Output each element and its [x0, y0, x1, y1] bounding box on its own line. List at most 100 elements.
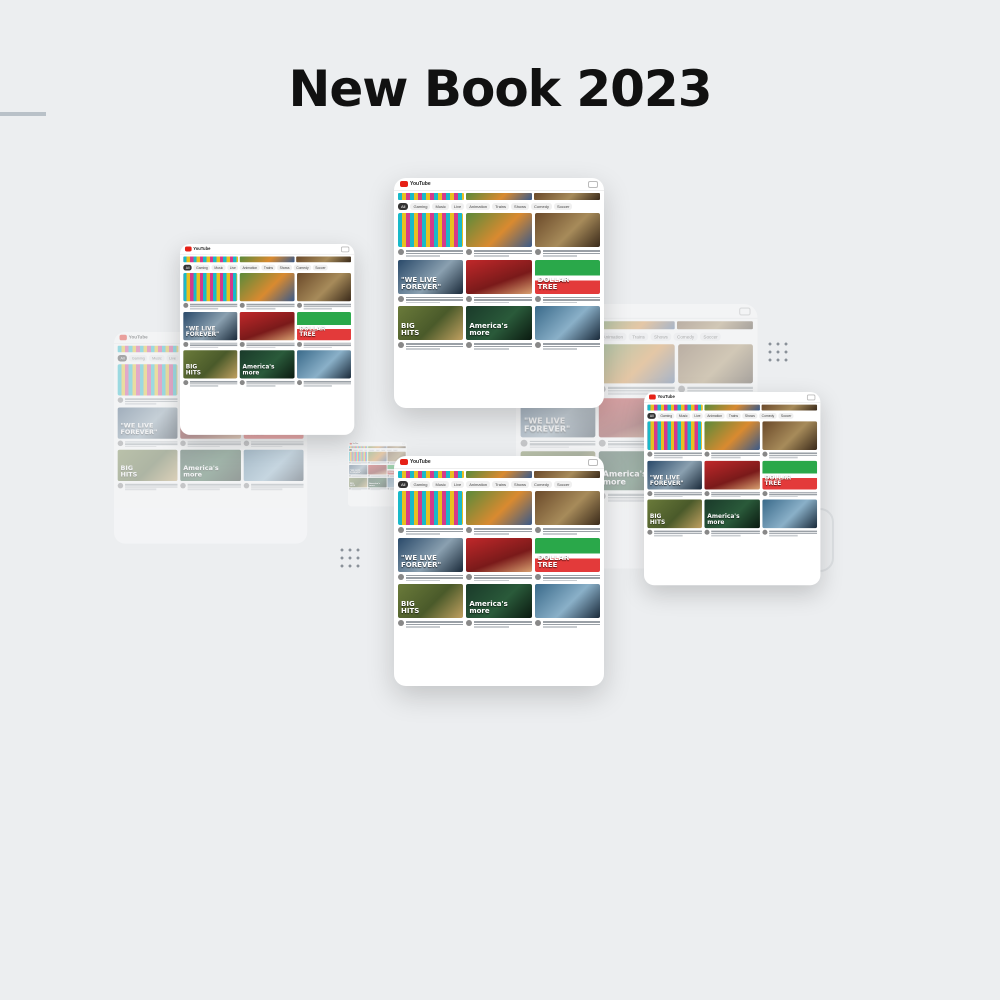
video-thumbnail[interactable] — [466, 491, 532, 525]
filter-chip[interactable]: Shows — [742, 413, 758, 419]
channel-avatar[interactable] — [398, 573, 404, 580]
channel-avatar[interactable] — [183, 341, 189, 347]
filter-chip[interactable]: Animation — [239, 264, 260, 271]
filter-chip[interactable]: Trains — [628, 332, 649, 341]
filter-chip[interactable]: Live — [363, 449, 368, 451]
video-thumbnail[interactable]: "WE LIVE FOREVER" — [117, 406, 178, 439]
filter-chip[interactable]: Animation — [368, 449, 375, 451]
search-icon[interactable] — [588, 458, 598, 466]
video-card[interactable] — [762, 421, 818, 458]
filter-chip[interactable]: Music — [432, 203, 449, 210]
video-card[interactable] — [117, 364, 178, 405]
channel-avatar[interactable] — [647, 451, 653, 457]
video-thumbnail[interactable]: DOLLAR TREE — [296, 311, 351, 340]
video-thumbnail[interactable] — [599, 344, 675, 384]
video-thumbnail[interactable]: America's more — [466, 306, 532, 340]
channel-avatar[interactable] — [398, 295, 404, 302]
filter-chip[interactable]: Animation — [466, 203, 491, 210]
video-thumbnail[interactable] — [466, 213, 532, 247]
video-thumbnail[interactable]: BIG HITS — [349, 477, 368, 488]
video-thumbnail[interactable] — [534, 213, 600, 247]
video-card[interactable]: "WE LIVE FOREVER" — [117, 406, 178, 448]
video-card[interactable] — [243, 449, 304, 491]
channel-avatar[interactable] — [183, 380, 189, 386]
video-card[interactable] — [762, 499, 818, 537]
strip-thumbnail[interactable] — [598, 321, 675, 330]
channel-avatar[interactable] — [534, 620, 541, 626]
video-thumbnail[interactable] — [677, 344, 753, 384]
channel-avatar[interactable] — [466, 295, 473, 302]
channel-avatar[interactable] — [398, 620, 404, 626]
video-card[interactable] — [466, 537, 532, 583]
video-thumbnail[interactable] — [704, 421, 760, 450]
strip-thumbnail[interactable] — [761, 404, 818, 411]
channel-avatar[interactable] — [180, 482, 187, 489]
strip-thumbnail[interactable] — [534, 193, 600, 200]
channel-avatar[interactable] — [466, 620, 473, 626]
filter-chip[interactable]: Comedy — [386, 449, 393, 451]
channel-avatar[interactable] — [520, 439, 528, 447]
video-thumbnail[interactable]: BIG HITS — [647, 499, 703, 529]
strip-thumbnail[interactable] — [534, 471, 600, 478]
channel-avatar[interactable] — [296, 302, 302, 308]
channel-avatar[interactable] — [704, 490, 710, 496]
strip-thumbnail[interactable] — [296, 256, 351, 263]
video-thumbnail[interactable] — [398, 491, 464, 525]
filter-chip[interactable]: Gaming — [657, 413, 675, 419]
channel-avatar[interactable] — [296, 380, 302, 386]
channel-avatar[interactable] — [296, 341, 302, 347]
video-thumbnail[interactable] — [240, 311, 295, 340]
channel-avatar[interactable] — [117, 482, 124, 489]
channel-avatar[interactable] — [180, 440, 187, 446]
video-thumbnail[interactable]: "WE LIVE FOREVER" — [349, 464, 368, 475]
video-thumbnail[interactable]: DOLLAR TREE — [534, 259, 600, 294]
video-card[interactable] — [368, 464, 387, 477]
channel-avatar[interactable] — [398, 342, 404, 348]
video-card[interactable] — [647, 421, 703, 458]
video-card[interactable]: DOLLAR TREE — [762, 460, 818, 497]
strip-thumbnail[interactable] — [466, 471, 532, 478]
filter-chip[interactable]: Shows — [277, 264, 293, 271]
strip-thumbnail[interactable] — [398, 471, 464, 478]
filter-chip[interactable]: Trains — [492, 481, 510, 488]
channel-avatar[interactable] — [243, 482, 249, 489]
filter-chip[interactable]: Gaming — [129, 355, 148, 362]
video-thumbnail[interactable] — [704, 460, 760, 490]
video-card[interactable]: "WE LIVE FOREVER" — [398, 259, 464, 305]
filter-chip[interactable]: Shows — [511, 203, 530, 210]
video-card[interactable]: BIG HITS — [117, 449, 178, 491]
video-card[interactable] — [704, 421, 760, 458]
strip-thumbnail[interactable] — [466, 193, 532, 200]
strip-thumbnail[interactable] — [704, 404, 760, 411]
video-card[interactable]: BIG HITS — [398, 306, 464, 351]
channel-avatar[interactable] — [243, 440, 249, 446]
video-card[interactable]: "WE LIVE FOREVER" — [398, 537, 464, 583]
video-thumbnail[interactable] — [349, 451, 368, 462]
video-card[interactable]: America's more — [240, 350, 295, 387]
filter-chip[interactable]: Gaming — [352, 449, 359, 451]
video-card[interactable] — [240, 273, 295, 310]
filter-chip[interactable]: Music — [358, 449, 364, 451]
video-card[interactable]: BIG HITS — [349, 477, 368, 491]
filter-chip[interactable]: Soccer — [778, 413, 794, 419]
filter-chip[interactable]: All — [117, 355, 128, 362]
video-card[interactable]: America's more — [704, 499, 760, 537]
channel-avatar[interactable] — [183, 302, 189, 308]
filter-chip[interactable]: Shows — [380, 449, 386, 451]
channel-avatar[interactable] — [647, 490, 653, 496]
video-card[interactable] — [398, 213, 464, 258]
video-card[interactable]: DOLLAR TREE — [296, 311, 351, 349]
search-icon[interactable] — [341, 246, 350, 252]
channel-avatar[interactable] — [398, 527, 404, 533]
video-thumbnail[interactable] — [117, 364, 178, 396]
filter-chip[interactable]: Shows — [650, 332, 672, 341]
filter-chip[interactable]: Live — [227, 264, 239, 271]
filter-chip[interactable]: Live — [166, 355, 179, 362]
search-icon[interactable] — [739, 306, 751, 315]
filter-chip[interactable]: Soccer — [699, 332, 722, 341]
video-card[interactable] — [534, 306, 600, 351]
channel-avatar[interactable] — [534, 527, 541, 533]
channel-avatar[interactable] — [534, 573, 541, 580]
filter-chip[interactable]: Comedy — [531, 203, 552, 210]
filter-chip[interactable]: Comedy — [673, 332, 698, 341]
